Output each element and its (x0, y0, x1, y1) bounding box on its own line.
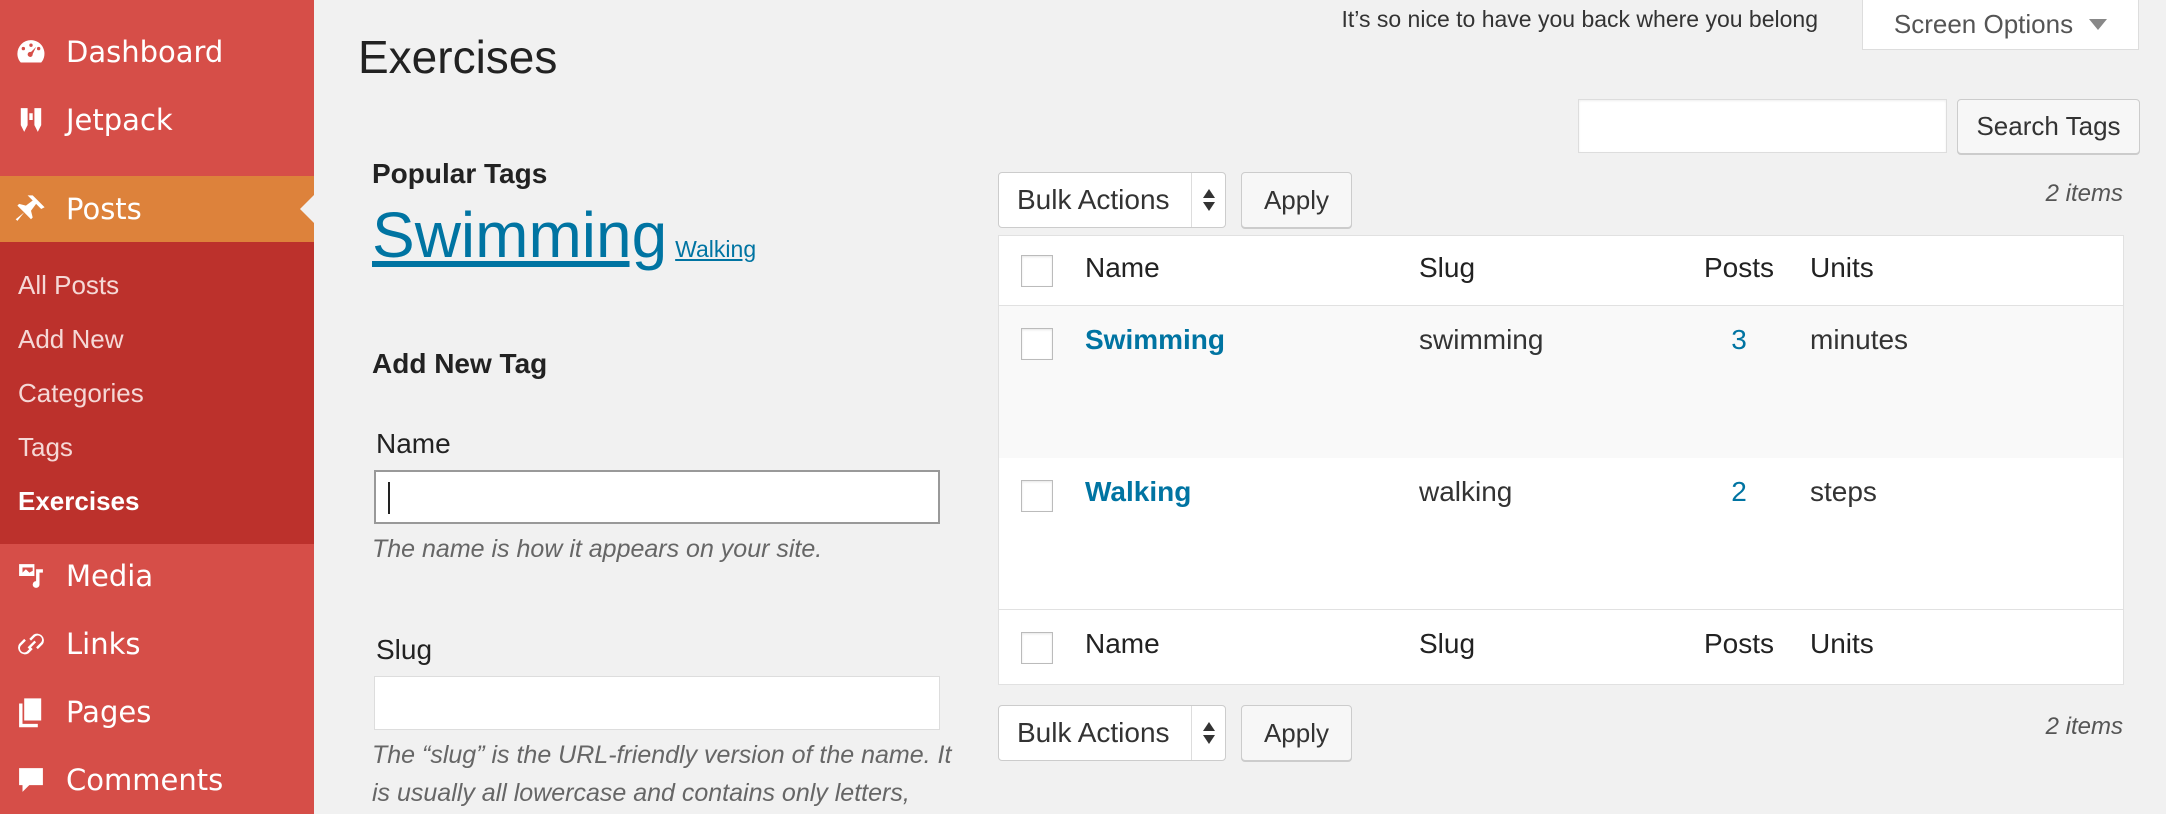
posts-submenu: All Posts Add New Categories Tags Exerci… (0, 242, 314, 544)
column-header-slug[interactable]: Slug (1419, 252, 1475, 284)
dashboard-icon (12, 33, 50, 71)
menu-label: Posts (66, 192, 142, 226)
admin-sidebar: Dashboard Jetpack Posts All Posts Add Ne… (0, 0, 314, 814)
tag-slug: swimming (1419, 324, 1544, 355)
column-header-posts[interactable]: Posts (1699, 252, 1779, 284)
tag-slug-field[interactable] (374, 676, 940, 730)
bulk-actions-select[interactable]: Bulk Actions (998, 172, 1226, 228)
menu-label: Dashboard (66, 35, 224, 69)
jetpack-icon (12, 101, 50, 139)
caret-down-icon (2089, 19, 2108, 30)
table-row: Walking walking 2 steps (999, 458, 2123, 609)
column-header-units: Units (1810, 252, 1874, 283)
tag-posts-count-link[interactable]: 2 (1699, 476, 1779, 508)
search-tags-input[interactable] (1578, 99, 1947, 153)
column-footer-slug[interactable]: Slug (1419, 628, 1475, 660)
name-description: The name is how it appears on your site. (372, 535, 823, 563)
menu-label: Jetpack (66, 103, 173, 137)
select-all-checkbox[interactable] (1021, 255, 1053, 287)
search-tags-button[interactable]: Search Tags (1957, 99, 2140, 154)
screen-options-button[interactable]: Screen Options (1862, 0, 2139, 50)
table-row: Swimming swimming 3 minutes (999, 306, 2123, 458)
link-icon (12, 625, 50, 663)
items-count: 2 items (2045, 180, 2123, 207)
menu-posts[interactable]: Posts (0, 176, 314, 242)
tag-units: steps (1810, 476, 1877, 507)
page-title: Exercises (358, 31, 558, 83)
submenu-all-posts[interactable]: All Posts (18, 270, 119, 301)
column-footer-posts[interactable]: Posts (1699, 628, 1779, 660)
media-icon (12, 557, 50, 595)
tags-table: Name Slug Posts Units Swimming swimming … (998, 235, 2124, 685)
table-header-row: Name Slug Posts Units (999, 236, 2123, 306)
select-arrows-icon (1191, 173, 1225, 227)
select-all-checkbox[interactable] (1021, 632, 1053, 664)
comment-icon (12, 761, 50, 799)
bulk-actions-label: Bulk Actions (1017, 184, 1170, 215)
tag-units: minutes (1810, 324, 1909, 355)
row-checkbox[interactable] (1021, 480, 1053, 512)
column-footer-name[interactable]: Name (1085, 628, 1160, 660)
menu-dashboard[interactable]: Dashboard (0, 30, 314, 74)
menu-label: Links (66, 627, 141, 661)
screen-options-label: Screen Options (1893, 9, 2074, 39)
tag-cloud-link[interactable]: Swimming (372, 198, 667, 272)
tag-name-field[interactable] (374, 470, 940, 524)
submenu-add-new[interactable]: Add New (18, 324, 124, 355)
tag-name-link[interactable]: Swimming (1085, 324, 1225, 356)
menu-pages[interactable]: Pages (0, 690, 314, 734)
tag-cloud-link[interactable]: Walking (675, 236, 756, 263)
pin-icon (12, 190, 50, 228)
name-label: Name (376, 428, 451, 459)
column-header-name[interactable]: Name (1085, 252, 1160, 284)
tag-posts-count-link[interactable]: 3 (1699, 324, 1779, 356)
submenu-tags[interactable]: Tags (18, 432, 73, 463)
menu-label: Pages (66, 695, 152, 729)
menu-media[interactable]: Media (0, 554, 314, 598)
submenu-exercises[interactable]: Exercises (18, 486, 139, 517)
bulk-actions-select-bottom[interactable]: Bulk Actions (998, 705, 1226, 761)
popular-tags-heading: Popular Tags (372, 158, 548, 189)
slug-label: Slug (376, 634, 433, 665)
submenu-categories[interactable]: Categories (18, 378, 144, 409)
menu-label: Comments (66, 763, 224, 797)
menu-links[interactable]: Links (0, 622, 314, 666)
apply-button[interactable]: Apply (1241, 172, 1352, 228)
items-count-bottom: 2 items (2045, 713, 2123, 740)
row-checkbox[interactable] (1021, 328, 1053, 360)
tag-slug: walking (1419, 476, 1513, 507)
table-footer-row: Name Slug Posts Units (999, 609, 2123, 686)
select-arrows-icon (1191, 706, 1225, 760)
menu-jetpack[interactable]: Jetpack (0, 98, 314, 142)
menu-label: Media (66, 559, 154, 593)
tag-cloud: Swimming Walking (372, 198, 756, 272)
apply-button-bottom[interactable]: Apply (1241, 705, 1352, 761)
bulk-actions-label: Bulk Actions (1017, 717, 1170, 748)
pages-icon (12, 693, 50, 731)
tag-name-link[interactable]: Walking (1085, 476, 1191, 508)
column-footer-units: Units (1810, 628, 1874, 659)
greeting-text: It’s so nice to have you back where you … (1341, 6, 1819, 32)
add-new-tag-heading: Add New Tag (372, 348, 548, 379)
text-cursor (388, 482, 390, 514)
menu-comments[interactable]: Comments (0, 758, 314, 802)
slug-description: The “slug” is the URL-friendly version o… (372, 741, 952, 807)
